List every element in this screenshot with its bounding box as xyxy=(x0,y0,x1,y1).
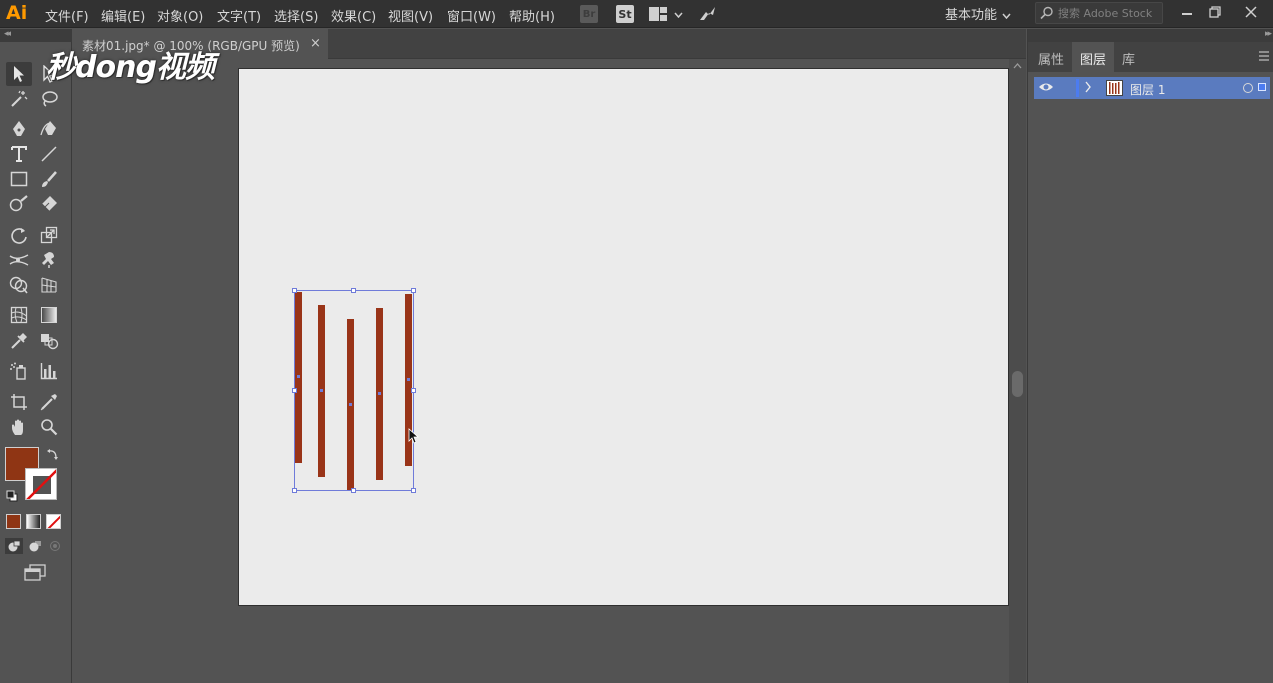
pen-tool[interactable] xyxy=(6,117,32,141)
gpu-performance-icon[interactable] xyxy=(698,5,716,23)
screen-mode-icon[interactable] xyxy=(23,564,47,582)
symbol-sprayer-tool[interactable] xyxy=(6,359,32,383)
type-tool[interactable] xyxy=(6,142,32,166)
selection-tool[interactable] xyxy=(6,62,32,86)
chevron-down-icon[interactable] xyxy=(674,7,683,21)
artwork[interactable] xyxy=(239,69,1010,607)
artboard[interactable] xyxy=(238,68,1009,606)
document-tab-bar: 素材01.jpg* @ 100% (RGB/GPU 预览) × xyxy=(72,29,1026,59)
paintbrush-tool[interactable] xyxy=(36,167,62,191)
right-panel: ▸▸ 属性 图层 库 图层 1 xyxy=(1027,29,1273,683)
panel-tabs: 属性 图层 库 xyxy=(1028,42,1273,72)
blend-tool[interactable] xyxy=(36,329,62,353)
tool-panel xyxy=(0,42,72,683)
default-fill-stroke-icon[interactable] xyxy=(6,490,18,502)
watermark: 秒dong视频 xyxy=(46,50,215,85)
width-tool[interactable] xyxy=(6,248,32,272)
layer-name[interactable]: 图层 1 xyxy=(1130,81,1165,98)
menu-type[interactable]: 文字(T) xyxy=(217,6,261,25)
tab-layers[interactable]: 图层 xyxy=(1072,42,1115,72)
mesh-tool[interactable] xyxy=(6,303,32,327)
menu-view[interactable]: 视图(V) xyxy=(388,6,433,25)
draw-normal-icon[interactable] xyxy=(5,538,23,554)
curvature-tool[interactable] xyxy=(36,117,62,141)
canvas-area[interactable] xyxy=(72,59,1009,683)
app-logo: Ai xyxy=(6,2,28,24)
arrange-documents-icon[interactable] xyxy=(649,5,667,23)
collapse-panel-icon[interactable]: ▸▸ xyxy=(1265,29,1272,39)
column-graph-tool[interactable] xyxy=(36,359,62,383)
tab-libraries[interactable]: 库 xyxy=(1114,42,1143,72)
panel-menu-icon[interactable] xyxy=(1258,50,1270,64)
layer-target-icon[interactable] xyxy=(1243,83,1253,93)
search-icon xyxy=(1040,6,1054,23)
stock-icon[interactable]: St xyxy=(616,5,634,23)
swap-fill-stroke-icon[interactable] xyxy=(46,447,60,461)
menu-file[interactable]: 文件(F) xyxy=(45,6,89,25)
restore-button[interactable] xyxy=(1204,2,1226,22)
slice-tool[interactable] xyxy=(36,390,62,414)
magic-wand-tool[interactable] xyxy=(6,87,32,111)
workspace-switcher[interactable]: 基本功能 xyxy=(945,4,997,23)
eyedropper-tool[interactable] xyxy=(6,329,32,353)
search-input[interactable] xyxy=(1058,5,1162,21)
layer-selection-indicator[interactable] xyxy=(1258,83,1266,91)
menu-object[interactable]: 对象(O) xyxy=(157,6,203,25)
shape-builder-tool[interactable] xyxy=(6,273,32,297)
line-segment-tool[interactable] xyxy=(36,142,62,166)
menu-effect[interactable]: 效果(C) xyxy=(331,6,376,25)
perspective-grid-tool[interactable] xyxy=(36,273,62,297)
layer-color-bar xyxy=(1076,79,1079,97)
rotate-tool[interactable] xyxy=(6,223,32,247)
close-window-button[interactable] xyxy=(1240,2,1262,22)
puppet-warp-tool[interactable] xyxy=(36,248,62,272)
vertical-scrollbar[interactable] xyxy=(1009,59,1026,683)
gradient-tool[interactable] xyxy=(36,303,62,327)
menu-window[interactable]: 窗口(W) xyxy=(447,6,496,25)
menu-bar: Ai 文件(F) 编辑(E) 对象(O) 文字(T) 选择(S) 效果(C) 视… xyxy=(0,0,1273,28)
menu-edit[interactable]: 编辑(E) xyxy=(101,6,145,25)
eraser-tool[interactable] xyxy=(36,192,62,216)
tab-properties[interactable]: 属性 xyxy=(1030,42,1072,72)
color-mode-button[interactable] xyxy=(6,514,21,529)
layer-thumbnail xyxy=(1106,80,1123,96)
zoom-tool[interactable] xyxy=(36,415,62,439)
scrollbar-thumb[interactable] xyxy=(1012,371,1023,397)
panel-header: ▸▸ xyxy=(1028,29,1273,42)
chevron-down-icon[interactable] xyxy=(1002,8,1011,22)
lasso-tool[interactable] xyxy=(36,87,62,111)
artboard-tool[interactable] xyxy=(6,390,32,414)
scroll-up-icon[interactable] xyxy=(1013,63,1022,69)
stock-search xyxy=(1035,2,1163,24)
eye-icon[interactable] xyxy=(1038,81,1054,96)
rectangle-tool[interactable] xyxy=(6,167,32,191)
close-icon[interactable]: × xyxy=(310,36,321,51)
illustrator-window: Ai 文件(F) 编辑(E) 对象(O) 文字(T) 选择(S) 效果(C) 视… xyxy=(0,0,1273,683)
menu-help[interactable]: 帮助(H) xyxy=(509,6,555,25)
hand-tool[interactable] xyxy=(6,415,32,439)
bridge-icon[interactable]: Br xyxy=(580,5,598,23)
none-mode-button[interactable] xyxy=(46,514,61,529)
shaper-tool[interactable] xyxy=(6,192,32,216)
collapse-panel-icon[interactable]: ◂◂ xyxy=(4,29,11,39)
chevron-right-icon[interactable] xyxy=(1084,81,1092,96)
draw-behind-icon[interactable] xyxy=(26,538,44,554)
layer-row[interactable]: 图层 1 xyxy=(1034,77,1270,99)
toolbar-header: ◂◂ xyxy=(0,29,72,42)
draw-inside-icon[interactable] xyxy=(46,538,64,554)
menu-select[interactable]: 选择(S) xyxy=(274,6,318,25)
scale-tool[interactable] xyxy=(36,223,62,247)
minimize-button[interactable] xyxy=(1176,2,1198,22)
gradient-mode-button[interactable] xyxy=(26,514,41,529)
stroke-color-swatch[interactable] xyxy=(25,468,57,500)
